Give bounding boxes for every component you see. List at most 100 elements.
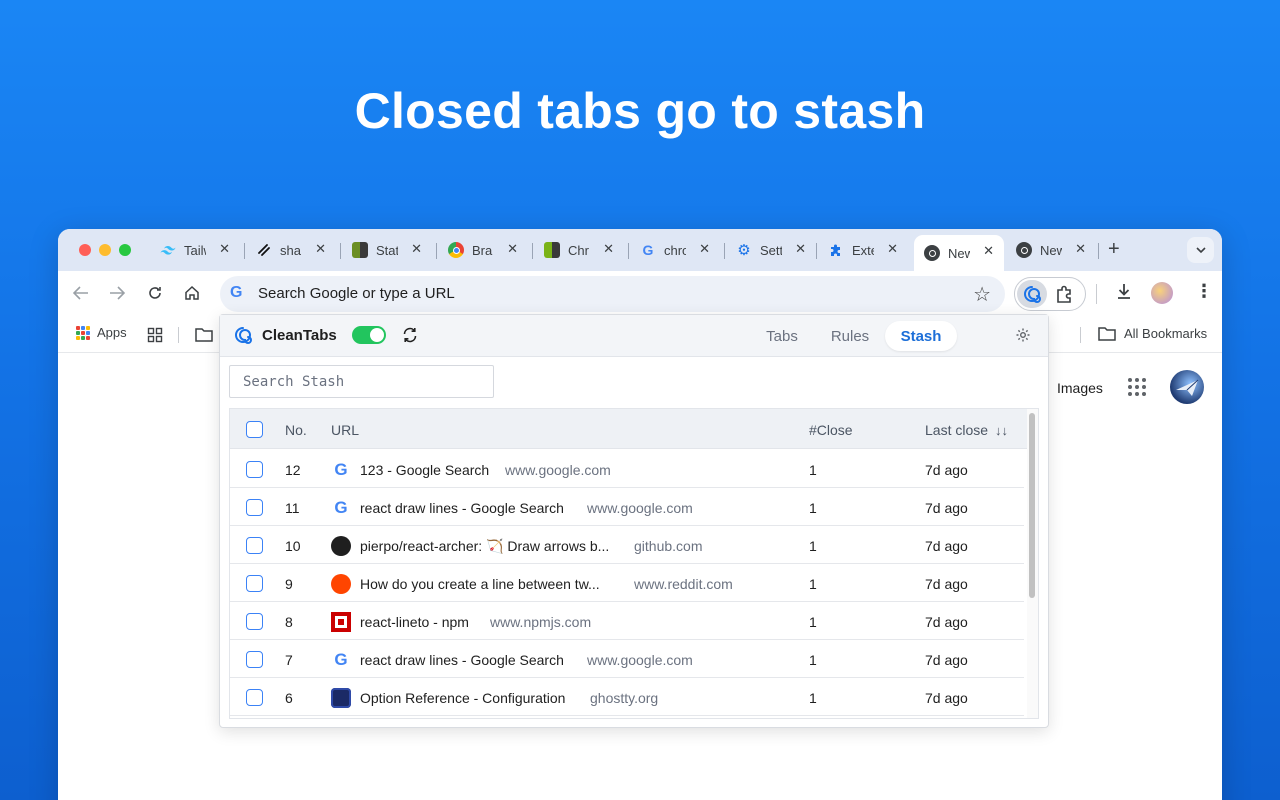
table-row[interactable]: 9 How do you create a line between tw...… [230, 564, 1024, 602]
toggle-knob [370, 328, 384, 342]
tab-rules[interactable]: Rules [818, 321, 882, 351]
forward-button[interactable] [106, 282, 128, 304]
table-row[interactable]: 11 G react draw lines - Google Search ww… [230, 488, 1024, 526]
row-title[interactable]: react draw lines - Google Search [360, 652, 564, 668]
downloads-button[interactable] [1115, 282, 1133, 305]
google-icon: G [230, 284, 243, 301]
table-row[interactable]: 12 G 123 - Google Search www.google.com … [230, 450, 1024, 488]
enable-toggle[interactable] [352, 326, 386, 344]
cleantabs-extension-button[interactable] [1017, 280, 1047, 308]
row-domain: www.google.com [587, 500, 693, 516]
settings-button[interactable] [1015, 327, 1031, 348]
reload-button[interactable] [144, 282, 166, 304]
arrow-right-icon [110, 286, 125, 300]
select-all-checkbox[interactable] [246, 421, 263, 438]
row-number: 7 [285, 652, 293, 668]
tab-tabs[interactable]: Tabs [750, 321, 814, 351]
tab-search-button[interactable] [1187, 237, 1214, 263]
browser-tab[interactable]: Chr ✕ [534, 235, 624, 265]
close-icon[interactable]: ✕ [699, 241, 710, 257]
row-title[interactable]: react draw lines - Google Search [360, 500, 564, 516]
account-avatar[interactable] [1170, 370, 1204, 404]
table-row[interactable]: 8 react-lineto - npm www.npmjs.com 1 7d … [230, 602, 1024, 640]
browser-tab[interactable]: Exte ✕ [818, 235, 908, 265]
close-icon[interactable]: ✕ [507, 241, 518, 257]
table-scrollbar[interactable] [1027, 409, 1038, 718]
back-button[interactable] [70, 282, 92, 304]
browser-tab[interactable]: Bra ✕ [438, 235, 528, 265]
menu-button[interactable]: ⋮ [1195, 282, 1213, 300]
row-checkbox[interactable] [246, 461, 263, 478]
column-header-close[interactable]: #Close [809, 422, 853, 438]
home-button[interactable] [181, 282, 203, 304]
close-window-button[interactable] [79, 244, 91, 256]
close-icon[interactable]: ✕ [983, 243, 994, 259]
table-row[interactable]: 6 Option Reference - Configuration ghost… [230, 678, 1024, 716]
new-tab-button[interactable]: + [1108, 238, 1120, 261]
minimize-window-button[interactable] [99, 244, 111, 256]
close-icon[interactable]: ✕ [795, 241, 806, 257]
more-vert-icon: ⋮ [1195, 281, 1213, 301]
row-checkbox[interactable] [246, 613, 263, 630]
tab-title: chro [664, 242, 686, 258]
bookmark-star-icon[interactable]: ☆ [973, 282, 991, 307]
row-title[interactable]: react-lineto - npm [360, 614, 469, 630]
browser-tab[interactable]: Tailw ✕ [150, 235, 240, 265]
sort-icon[interactable]: ↓↓ [995, 423, 1008, 438]
tab-divider [436, 243, 437, 259]
tab-groups-icon[interactable] [147, 327, 163, 348]
browser-tab[interactable]: ⚙ Setti ✕ [726, 235, 816, 265]
table-row[interactable]: 10 pierpo/react-archer: 🏹 Draw arrows b.… [230, 526, 1024, 564]
close-icon[interactable]: ✕ [219, 241, 230, 257]
browser-tab[interactable]: sha ✕ [246, 235, 336, 265]
puzzle-icon [1057, 285, 1071, 303]
row-checkbox[interactable] [246, 575, 263, 592]
maximize-window-button[interactable] [119, 244, 131, 256]
tab-divider [532, 243, 533, 259]
row-title[interactable]: Option Reference - Configuration [360, 690, 565, 706]
row-close-count: 1 [809, 500, 817, 516]
close-icon[interactable]: ✕ [411, 241, 422, 257]
browser-window: Tailw ✕ sha ✕ Stat ✕ Bra ✕ Chr ✕ G [58, 229, 1222, 800]
close-icon[interactable]: ✕ [887, 241, 898, 257]
apps-bookmark[interactable]: Apps [76, 325, 127, 340]
refresh-icon [403, 327, 417, 343]
scrollbar-thumb[interactable] [1029, 413, 1035, 598]
tab-stash[interactable]: Stash [885, 321, 957, 351]
refresh-button[interactable] [401, 326, 419, 349]
chrome-icon [924, 245, 940, 261]
folder-icon[interactable] [195, 327, 213, 347]
all-bookmarks[interactable]: All Bookmarks [1098, 326, 1207, 341]
row-last-close: 7d ago [925, 652, 968, 668]
images-link[interactable]: Images [1057, 380, 1103, 396]
close-icon[interactable]: ✕ [1075, 241, 1086, 257]
row-checkbox[interactable] [246, 537, 263, 554]
close-icon[interactable]: ✕ [315, 241, 326, 257]
row-title[interactable]: How do you create a line between tw... [360, 576, 600, 592]
stash-search-input[interactable] [230, 366, 493, 397]
row-title[interactable]: pierpo/react-archer: 🏹 Draw arrows b... [360, 538, 609, 555]
omnibox[interactable]: G Search Google or type a URL ☆ [220, 276, 1005, 312]
row-checkbox[interactable] [246, 689, 263, 706]
row-close-count: 1 [809, 538, 817, 554]
row-title[interactable]: 123 - Google Search [360, 462, 489, 478]
column-header-last-close[interactable]: Last close ↓↓ [925, 422, 1008, 438]
google-apps-icon[interactable] [1128, 378, 1146, 396]
app-title: CleanTabs [262, 327, 337, 344]
table-row[interactable]: 7 G react draw lines - Google Search www… [230, 640, 1024, 678]
row-close-count: 1 [809, 576, 817, 592]
row-number: 12 [285, 462, 301, 478]
browser-tab-active[interactable]: New ✕ [914, 235, 1004, 271]
browser-tab[interactable]: G chro ✕ [630, 235, 720, 265]
browser-tab[interactable]: New ✕ [1006, 235, 1096, 265]
stash-search[interactable] [229, 365, 494, 398]
close-icon[interactable]: ✕ [603, 241, 614, 257]
chevron-down-icon [1195, 246, 1206, 253]
column-header-no[interactable]: No. [285, 422, 307, 438]
extensions-button[interactable] [1055, 284, 1075, 309]
row-checkbox[interactable] [246, 499, 263, 516]
profile-avatar[interactable] [1151, 282, 1173, 304]
column-header-url[interactable]: URL [331, 422, 359, 438]
row-checkbox[interactable] [246, 651, 263, 668]
browser-tab[interactable]: Stat ✕ [342, 235, 432, 265]
